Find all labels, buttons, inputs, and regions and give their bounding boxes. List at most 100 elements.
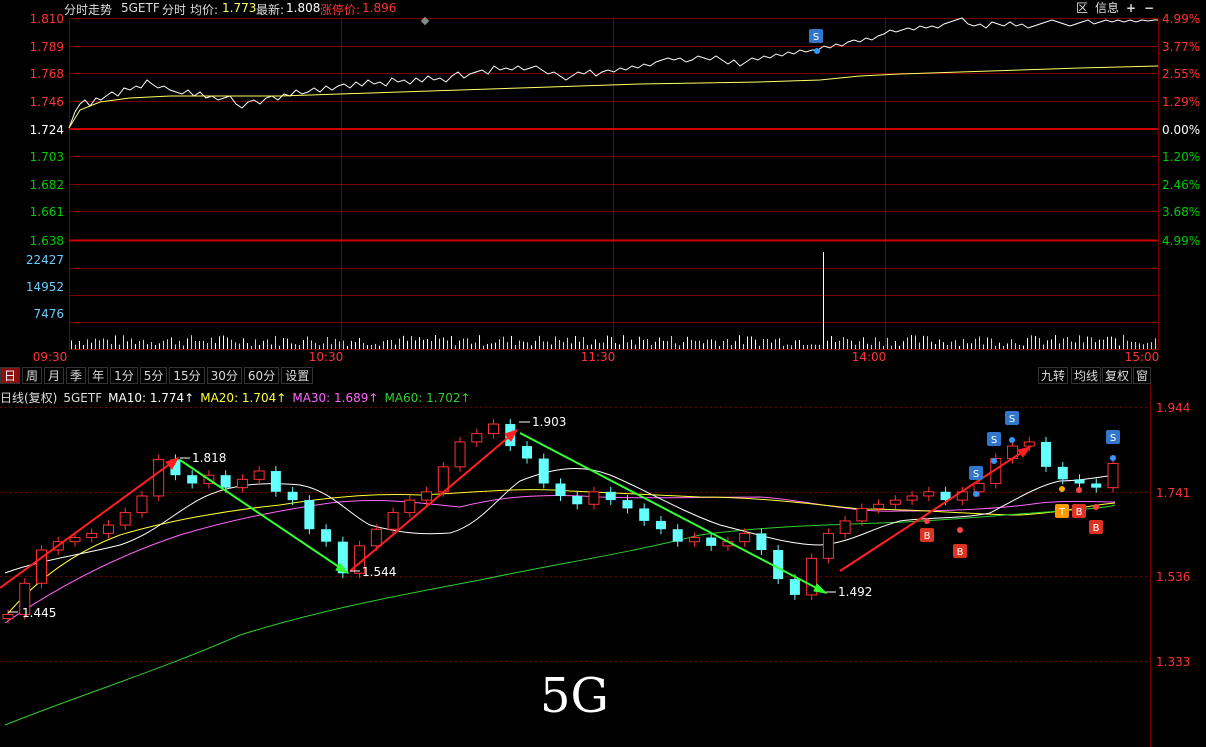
candle-body: [739, 532, 751, 543]
ma-button[interactable]: 均线: [1071, 367, 1102, 384]
volume-bar: [571, 343, 572, 349]
volume-bar: [651, 344, 652, 349]
period-15min-button[interactable]: 15分: [169, 367, 205, 384]
volume-bar: [619, 344, 620, 349]
volume-bar: [547, 341, 548, 349]
volume-bar: [187, 338, 188, 349]
period-month-button[interactable]: 月: [44, 367, 65, 384]
percent-tick: 1.29%: [1162, 95, 1200, 109]
time-tick: 15:00: [1125, 350, 1160, 364]
volume-bar: [611, 337, 612, 349]
volume-bar: [163, 340, 164, 349]
volume-bar: [351, 340, 352, 349]
adjust-button[interactable]: 复权: [1102, 367, 1133, 384]
trend-arrows: [0, 429, 1032, 594]
volume-bar: [723, 340, 724, 349]
period-60min-button[interactable]: 60分: [243, 367, 280, 384]
candle-body: [906, 495, 918, 501]
volume-bar: [575, 335, 576, 349]
period-quarter-button[interactable]: 季: [66, 367, 87, 384]
volume-bar: [207, 343, 208, 349]
period-5min-button[interactable]: 5分: [139, 367, 168, 384]
volume-bar: [583, 336, 584, 349]
volume-bar: [479, 335, 480, 349]
volume-bar: [255, 339, 256, 349]
volume-bar: [983, 344, 984, 349]
volume-bar: [747, 336, 748, 349]
volume-bar: [1059, 343, 1060, 349]
volume-bar: [875, 337, 876, 349]
volume-bar: [1027, 338, 1028, 349]
volume-bar: [879, 341, 880, 349]
nine-turn-button[interactable]: 九转: [1038, 367, 1069, 384]
volume-bar: [807, 345, 808, 349]
volume-bar: [691, 339, 692, 349]
volume-bar: [987, 337, 988, 349]
volume-bar: [707, 339, 708, 349]
volume-bar: [519, 340, 520, 349]
period-1min-button[interactable]: 1分: [110, 367, 138, 384]
volume-bar: [715, 340, 716, 349]
volume-bar: [1139, 343, 1140, 349]
volume-bar: [391, 340, 392, 349]
volume-bar: [339, 341, 340, 349]
ma30-line: [4, 494, 1116, 624]
volume-bar: [751, 336, 752, 349]
price-tick: 1.724: [30, 123, 64, 137]
volume-bar: [95, 338, 96, 349]
volume-bar: [851, 340, 852, 349]
volume-bar: [783, 345, 784, 349]
volume-bar: [1151, 342, 1152, 349]
volume-bar: [279, 345, 280, 349]
volume-bar: [1087, 336, 1088, 349]
candle-body: [839, 520, 851, 534]
volume-bar: [319, 345, 320, 349]
buy-signal: B: [920, 518, 934, 542]
ma20-line: [4, 489, 1116, 618]
intraday-chart: 1.810 1.789 1.768 1.746 1.724 1.703 1.68…: [26, 12, 1200, 364]
volume-bar: [263, 340, 264, 349]
volume-bar: [443, 337, 444, 349]
window-button[interactable]: 窗: [1133, 367, 1152, 384]
volume-bar: [327, 337, 328, 349]
volume-bar: [511, 335, 512, 349]
volume-bar: [459, 340, 460, 349]
volume-bar: [379, 345, 380, 349]
volume-bar: [1043, 344, 1044, 349]
candle-body: [756, 533, 767, 551]
period-year-button[interactable]: 年: [88, 367, 109, 384]
settings-button[interactable]: 设置: [281, 367, 314, 384]
candle-body: [270, 471, 281, 492]
volume-bar: [399, 338, 400, 349]
candle-body: [1041, 441, 1052, 467]
volume-bar: [947, 344, 948, 349]
period-day-button[interactable]: 日: [0, 367, 21, 384]
period-30min-button[interactable]: 30分: [206, 367, 242, 384]
arrowhead-icon: [1017, 446, 1032, 458]
volume-bar: [439, 338, 440, 349]
candle-body: [773, 550, 784, 580]
volume-bar: [643, 340, 644, 349]
volume-bar: [539, 335, 540, 349]
period-week-button[interactable]: 周: [22, 367, 43, 384]
volume-bar: [847, 339, 848, 349]
candle-body: [304, 500, 315, 530]
volume-bar: [471, 343, 472, 349]
volume-bar: [555, 336, 556, 349]
volume-bar: [955, 340, 956, 349]
volume-bar: [859, 341, 860, 349]
candle-body: [119, 512, 131, 526]
volume-bar: [1131, 341, 1132, 349]
volume-bar: [951, 341, 952, 349]
volume-bar: [835, 341, 836, 349]
extreme-annotations: 1.818 1.903 1.445 1.544 1.492: [8, 415, 872, 620]
svg-text:B: B: [1076, 507, 1083, 518]
signal-markers: S S S S B B B B T: [920, 411, 1120, 558]
volume-bar: [731, 344, 732, 349]
volume-bar: [1063, 338, 1064, 349]
daily-price-tick: 1.741: [1156, 486, 1190, 500]
volume-bar: [423, 339, 424, 349]
volume-bar: [167, 339, 168, 349]
candle-body: [688, 537, 700, 543]
volume-bar: [999, 342, 1000, 349]
